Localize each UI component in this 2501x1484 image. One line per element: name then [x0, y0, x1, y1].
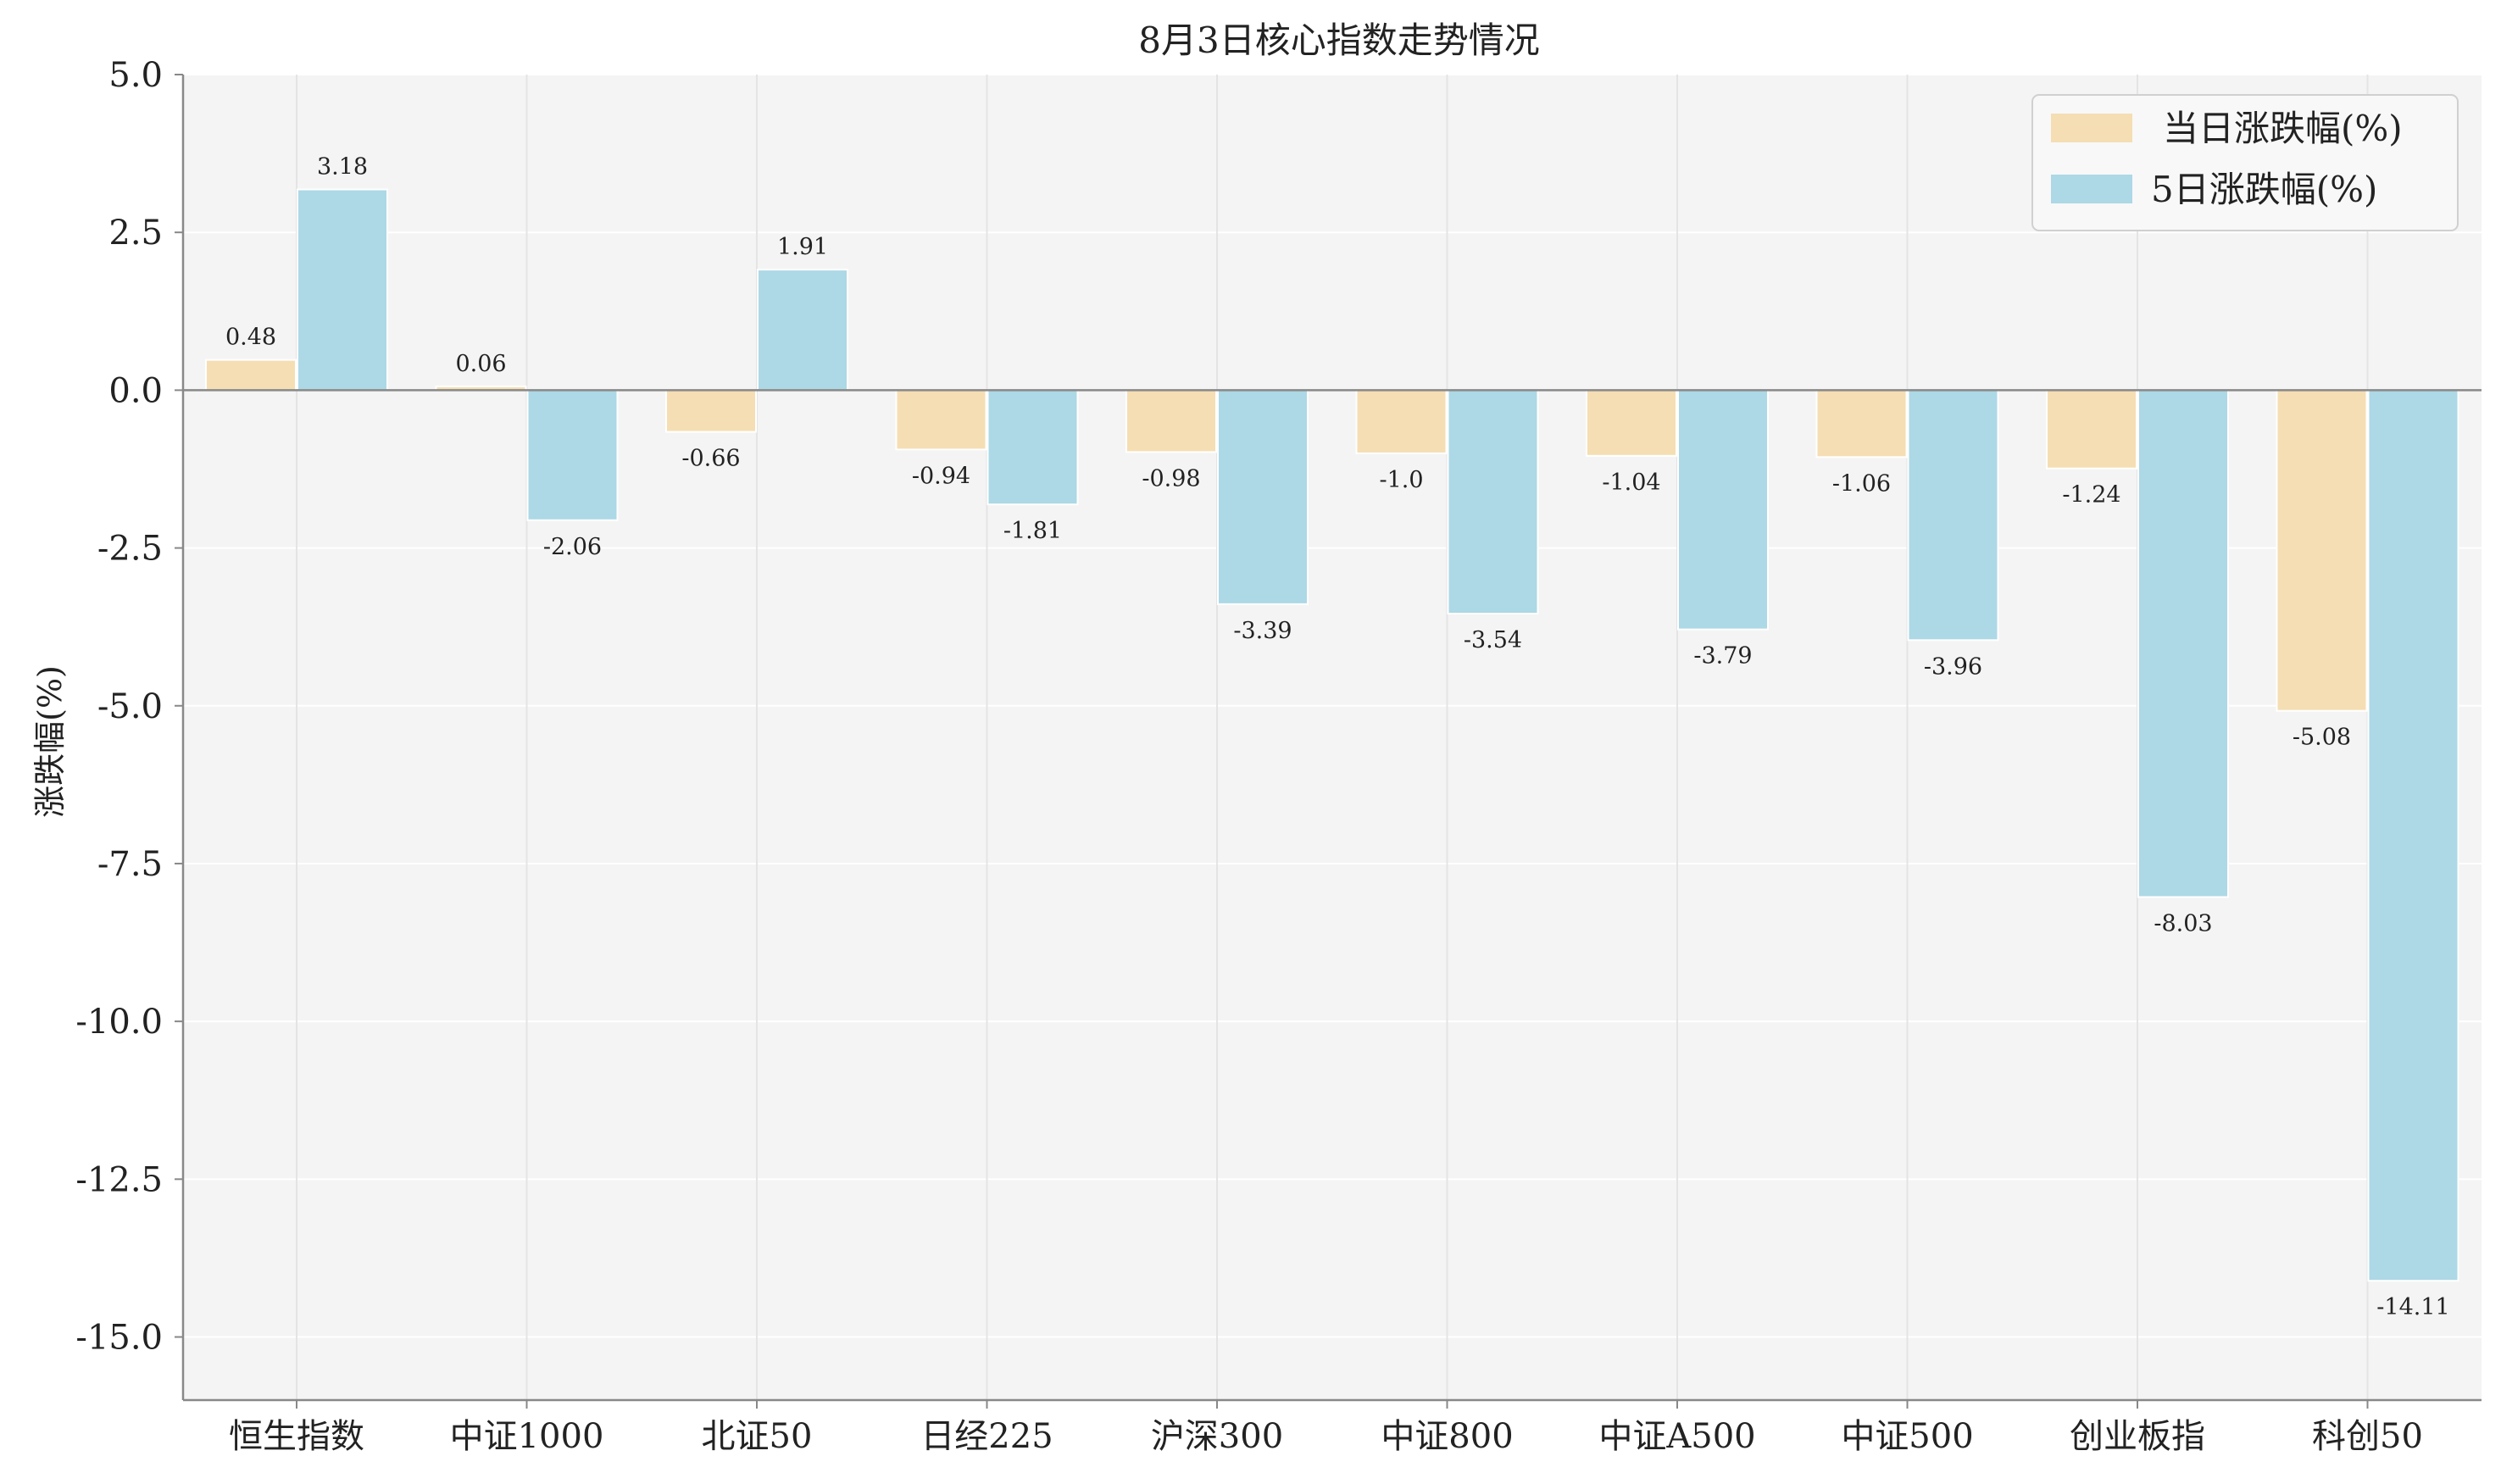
- bar-daily: [1815, 389, 1908, 459]
- y-tick-label: -10.0: [75, 1003, 163, 1042]
- y-tick-label: -5.0: [97, 687, 163, 726]
- data-label-daily: -1.0: [1379, 467, 1423, 493]
- data-label-5day: -8.03: [2154, 910, 2212, 937]
- data-label-daily: 0.48: [225, 325, 276, 351]
- x-tick-label: 中证A500: [1598, 1417, 1755, 1456]
- bar-daily: [1355, 389, 1448, 454]
- y-tick-label: 0.0: [108, 371, 163, 410]
- data-label-daily: -0.98: [1142, 465, 1200, 492]
- data-label-5day: -3.54: [1464, 627, 1522, 653]
- bar-5day: [297, 188, 388, 392]
- bar-chart: 8月3日核心指数走势情况 涨跌幅(%) 5.0 2.5 0.0 -2.5 -5.0 -7.…: [31, 19, 2482, 1456]
- bar-5day: [1677, 389, 1769, 631]
- bar-daily: [665, 389, 757, 433]
- x-tick-label: 恒生指数: [229, 1417, 364, 1456]
- chart-container: 8月3日核心指数走势情况 涨跌幅(%) 5.0 2.5 0.0 -2.5 -5.0 -7.…: [0, 0, 2501, 1484]
- bar-daily: [895, 389, 987, 451]
- y-tick-label: -7.5: [97, 845, 163, 884]
- x-tick-label: 沪深300: [1151, 1417, 1283, 1456]
- data-label-daily: -1.06: [1832, 470, 1891, 497]
- data-label-5day: -3.79: [1693, 643, 1752, 670]
- legend-label-daily: 当日涨跌幅(%): [2163, 108, 2403, 149]
- legend-swatch-daily: [2051, 114, 2132, 142]
- data-label-5day: -1.81: [1003, 518, 1062, 544]
- bar-daily: [1125, 389, 1217, 453]
- bar-daily: [1586, 389, 1677, 457]
- legend-label-5day: 5日涨跌幅(%): [2151, 169, 2377, 210]
- bar-5day: [1907, 389, 1999, 642]
- bar-5day: [757, 269, 848, 392]
- x-tick-label: 创业板指: [2070, 1417, 2205, 1456]
- data-label-daily: -0.94: [912, 463, 970, 489]
- data-label-5day: -14.11: [2376, 1294, 2449, 1320]
- bar-5day: [526, 389, 619, 521]
- x-tick-label: 科创50: [2312, 1417, 2423, 1456]
- x-tick-label: 北证50: [702, 1417, 813, 1456]
- data-label-daily: -0.66: [681, 446, 740, 472]
- y-axis-label: 涨跌幅(%): [31, 665, 69, 818]
- legend: 当日涨跌幅(%) 5日涨跌幅(%): [2031, 94, 2459, 231]
- bar-5day: [1217, 389, 1309, 605]
- bar-5day: [1447, 389, 1539, 615]
- data-label-daily: -1.24: [2062, 482, 2120, 509]
- bar-daily: [205, 358, 297, 392]
- y-tick-label: 2.5: [108, 214, 163, 253]
- x-tick-label: 中证800: [1381, 1417, 1513, 1456]
- data-label-daily: -5.08: [2293, 725, 2351, 751]
- bar-5day: [2367, 389, 2459, 1282]
- data-label-5day: -2.06: [543, 534, 602, 560]
- data-label-5day: -3.39: [1233, 618, 1292, 644]
- data-label-5day: 3.18: [317, 154, 368, 181]
- y-tick-label: 5.0: [108, 56, 163, 95]
- x-tick-label: 中证1000: [450, 1417, 604, 1456]
- bar-daily: [2276, 389, 2368, 712]
- data-label-daily: -1.04: [1602, 470, 1660, 496]
- bar-5day: [987, 389, 1079, 506]
- bar-5day: [2137, 389, 2229, 898]
- legend-swatch-5day: [2051, 175, 2132, 203]
- bar-daily: [2046, 389, 2137, 470]
- data-label-5day: 1.91: [777, 234, 828, 260]
- y-tick-label: -12.5: [75, 1160, 163, 1199]
- y-tick-label: -15.0: [75, 1319, 163, 1358]
- x-tick-label: 日经225: [920, 1417, 1053, 1456]
- chart-title: 8月3日核心指数走势情况: [1138, 19, 1539, 61]
- y-tick-label: -2.5: [97, 530, 163, 569]
- data-label-daily: 0.06: [455, 351, 506, 377]
- x-tick-label: 中证500: [1841, 1417, 1973, 1456]
- data-label-5day: -3.96: [1924, 653, 1982, 680]
